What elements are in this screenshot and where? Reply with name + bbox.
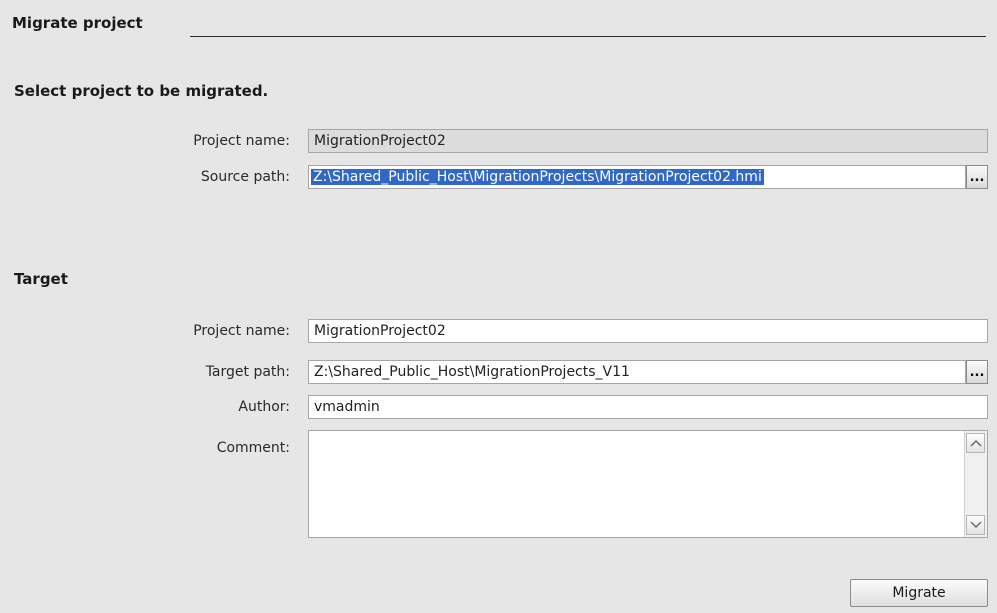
comment-textarea[interactable] [308, 430, 988, 538]
source-project-name-label: Project name: [193, 133, 290, 149]
source-path-selected-text: Z:\Shared_Public_Host\MigrationProjects\… [311, 169, 764, 185]
author-input[interactable]: vmadmin [308, 395, 988, 419]
comment-label: Comment: [216, 440, 290, 456]
author-label: Author: [238, 399, 290, 415]
target-path-input[interactable]: Z:\Shared_Public_Host\MigrationProjects_… [308, 360, 966, 384]
target-section-title: Target [14, 270, 68, 288]
target-path-browse-button[interactable]: ... [966, 360, 988, 384]
source-path-browse-button[interactable]: ... [966, 165, 988, 189]
target-path-label: Target path: [205, 364, 290, 380]
source-path-label: Source path: [200, 169, 290, 185]
title-divider [190, 36, 986, 37]
target-project-name-label: Project name: [193, 323, 290, 339]
source-path-input[interactable]: Z:\Shared_Public_Host\MigrationProjects\… [308, 165, 966, 189]
source-section-title: Select project to be migrated. [14, 82, 269, 100]
target-project-name-input[interactable]: MigrationProject02 [308, 319, 988, 343]
chevron-down-icon[interactable] [966, 515, 985, 535]
source-project-name-field: MigrationProject02 [308, 129, 988, 153]
chevron-up-icon[interactable] [966, 433, 985, 453]
comment-scrollbar[interactable] [964, 431, 987, 537]
migrate-button[interactable]: Migrate [850, 579, 988, 607]
dialog-title: Migrate project [12, 14, 143, 32]
